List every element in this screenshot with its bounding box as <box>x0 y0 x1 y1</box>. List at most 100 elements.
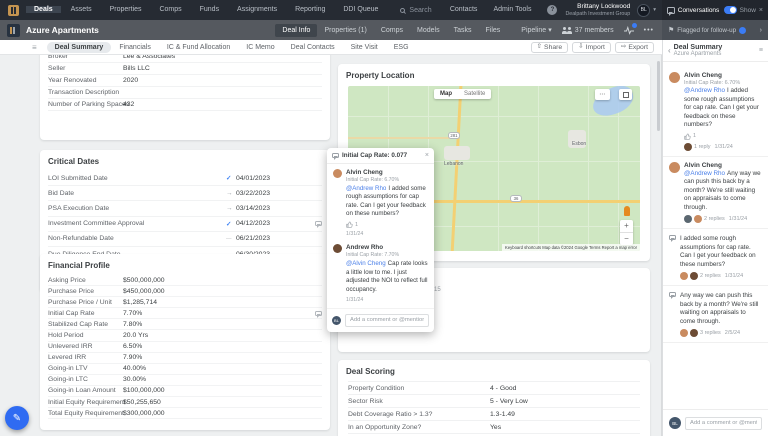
people-icon <box>562 27 572 34</box>
top-nav-item-contacts[interactable]: Contacts <box>442 0 486 20</box>
deal-tab[interactable]: Files <box>479 24 508 37</box>
comment-input[interactable] <box>345 314 429 327</box>
members-button[interactable]: 37 members <box>562 27 614 34</box>
like-button[interactable]: 1 <box>346 221 428 228</box>
critical-date-row[interactable]: PSA Execution Date 03/14/2023 <box>48 201 322 216</box>
financial-row[interactable]: Going-in Loan Amount $100,000,000 <box>48 386 322 397</box>
help-icon[interactable]: ? <box>547 5 557 15</box>
subnav-tab[interactable]: Financials <box>111 42 159 53</box>
top-nav-item[interactable]: Assets <box>63 6 100 13</box>
field-value: 432 <box>123 101 134 108</box>
close-icon[interactable]: × <box>425 152 429 159</box>
detail-row[interactable]: Broker Lee & Associates <box>48 55 322 63</box>
comment-input[interactable] <box>685 417 762 430</box>
top-nav-item-admin-tools[interactable]: Admin Tools <box>485 0 539 20</box>
financial-row[interactable]: Going-in LTC 30.00% <box>48 375 322 386</box>
panel-comment-input-row: BL <box>663 409 768 436</box>
mention-link[interactable]: @Alvin Cheng <box>346 260 386 267</box>
financial-row[interactable]: Total Equity Requirement $300,000,000 <box>48 408 322 419</box>
detail-row[interactable]: Number of Parking Spaces 432 <box>48 99 322 111</box>
map-type-satellite-button[interactable]: Satellite <box>458 89 491 99</box>
import-button[interactable]: ⇩ Import <box>572 42 611 53</box>
top-nav-item[interactable]: Properties <box>102 6 150 13</box>
financial-row[interactable]: Purchase Price / Unit $1,285,714 <box>48 297 322 308</box>
subnav-tab[interactable]: ESG <box>386 42 417 53</box>
mention-link[interactable]: @Andrew Rho <box>346 185 386 192</box>
more-menu-button[interactable]: ••• <box>644 27 654 34</box>
flagged-follow-up-row[interactable]: ⚑ Flagged for follow-up › <box>662 20 768 40</box>
user-avatar[interactable]: BL <box>637 4 650 17</box>
financial-row[interactable]: Levered IRR 7.90% <box>48 353 322 364</box>
scoring-row[interactable]: Sector Risk 5 - Very Low <box>348 394 640 407</box>
conversations-toggle[interactable] <box>724 6 736 14</box>
reply-meta-row[interactable]: 2 replies 1/31/24 <box>680 272 762 280</box>
scoring-row[interactable]: Property Condition 4 - Good <box>348 381 640 394</box>
activity-button[interactable] <box>624 26 634 35</box>
financial-row[interactable]: Asking Price $500,000,000 <box>48 275 322 286</box>
mention-link[interactable]: @Andrew Rho <box>684 87 725 94</box>
close-icon[interactable]: × <box>759 7 763 14</box>
comment-indicator-icon[interactable] <box>315 221 322 226</box>
like-button[interactable]: 1 <box>684 133 762 140</box>
reply-meta-row[interactable]: 1 reply 1/31/24 <box>684 143 762 151</box>
financial-row[interactable]: Stabilized Cap Rate 7.80% <box>48 319 322 330</box>
critical-date-row[interactable]: Investment Committee Approval 04/12/2023 <box>48 217 322 232</box>
filter-icon[interactable]: ≡ <box>759 47 763 54</box>
financial-row[interactable]: Initial Cap Rate 7.70% <box>48 308 322 319</box>
global-search[interactable]: Search <box>400 7 431 14</box>
street-view-pegman[interactable] <box>624 206 630 216</box>
map-more-button[interactable]: ⋯ <box>595 89 610 100</box>
financial-row[interactable]: Initial Equity Requirement $50,255,650 <box>48 397 322 408</box>
map-type-map-button[interactable]: Map <box>434 89 458 99</box>
subnav-tab[interactable]: Site Visit <box>343 42 386 53</box>
user-menu-caret-icon[interactable]: ▾ <box>653 7 656 13</box>
subnav-tab[interactable]: Deal Summary <box>47 42 112 53</box>
field-comment-popup: Initial Cap Rate: 0.077 × Alvin Cheng In… <box>327 148 434 332</box>
zoom-in-button[interactable]: + <box>620 220 633 233</box>
detail-row[interactable]: Year Renovated 2020 <box>48 75 322 87</box>
reply-meta-row[interactable]: 3 replies 2/5/24 <box>680 329 762 337</box>
financial-row[interactable]: Unlevered IRR 6.50% <box>48 342 322 353</box>
share-button[interactable]: ⇧ Share <box>531 42 569 53</box>
detail-row[interactable]: Seller Bills LLC <box>48 63 322 75</box>
subnav-tab[interactable]: IC Memo <box>238 42 282 53</box>
comment-thread[interactable]: Alvin Cheng @Andrew RhoAny way we can pu… <box>663 157 768 230</box>
brand-logo-icon[interactable] <box>0 5 26 16</box>
financial-row[interactable]: Purchase Price $450,000,000 <box>48 286 322 297</box>
fullscreen-icon[interactable] <box>619 89 632 100</box>
deal-tab[interactable]: Properties (1) <box>317 24 373 37</box>
financial-row[interactable]: Hold Period 20.0 Yrs <box>48 330 322 341</box>
top-nav-item[interactable]: Comps <box>151 6 189 13</box>
comment-thread[interactable]: Any way we can push this back by a month… <box>663 286 768 343</box>
comment-thread[interactable]: Alvin Cheng Initial Cap Rate: 6.70% @And… <box>663 67 768 157</box>
edit-fab-button[interactable]: ✎ <box>5 406 29 430</box>
subnav-tab[interactable]: IC & Fund Allocation <box>159 42 238 53</box>
mention-link[interactable]: @Andrew Rho <box>684 170 725 177</box>
deal-tab[interactable]: Models <box>410 24 447 37</box>
critical-date-row[interactable]: Non-Refundable Date 06/21/2023 <box>48 232 322 247</box>
subnav-tab[interactable]: Deal Contacts <box>283 42 343 53</box>
top-nav-item[interactable]: DDI Queue <box>335 6 386 13</box>
pipeline-dropdown[interactable]: Pipeline ▾ <box>521 26 551 34</box>
scoring-row[interactable]: In an Opportunity Zone? Yes <box>348 420 640 433</box>
top-nav-item[interactable]: Deals <box>26 6 61 13</box>
critical-date-row[interactable]: LOI Submitted Date 04/01/2023 <box>48 171 322 186</box>
comment-thread[interactable]: I added some rough assumptions for cap r… <box>663 229 768 286</box>
comment-indicator-icon[interactable] <box>315 311 322 316</box>
detail-row[interactable]: Transaction Description <box>48 87 322 99</box>
reply-meta-row[interactable]: 2 replies 1/31/24 <box>684 215 762 223</box>
critical-date-row[interactable]: Bid Date 03/22/2023 <box>48 186 322 201</box>
section-list-icon[interactable]: ≡ <box>32 43 37 52</box>
scrollbar[interactable] <box>657 61 660 131</box>
scoring-row[interactable]: Debt Coverage Ratio > 1.3? 1.3-1.49 <box>348 407 640 420</box>
financial-row[interactable]: Going-in LTV 40.00% <box>48 364 322 375</box>
deal-tab[interactable]: Tasks <box>447 24 479 37</box>
map-attribution[interactable]: Keyboard shortcuts Map data ©2024 Google… <box>502 244 640 251</box>
top-nav-item[interactable]: Reporting <box>287 6 333 13</box>
deal-tab[interactable]: Comps <box>374 24 410 37</box>
top-nav-item[interactable]: Funds <box>192 6 227 13</box>
deal-tab[interactable]: Deal Info <box>275 24 317 37</box>
top-nav-item[interactable]: Assignments <box>229 6 285 13</box>
back-chevron-icon[interactable]: ‹ <box>668 46 671 55</box>
export-button[interactable]: ⇨ Export <box>615 42 654 53</box>
